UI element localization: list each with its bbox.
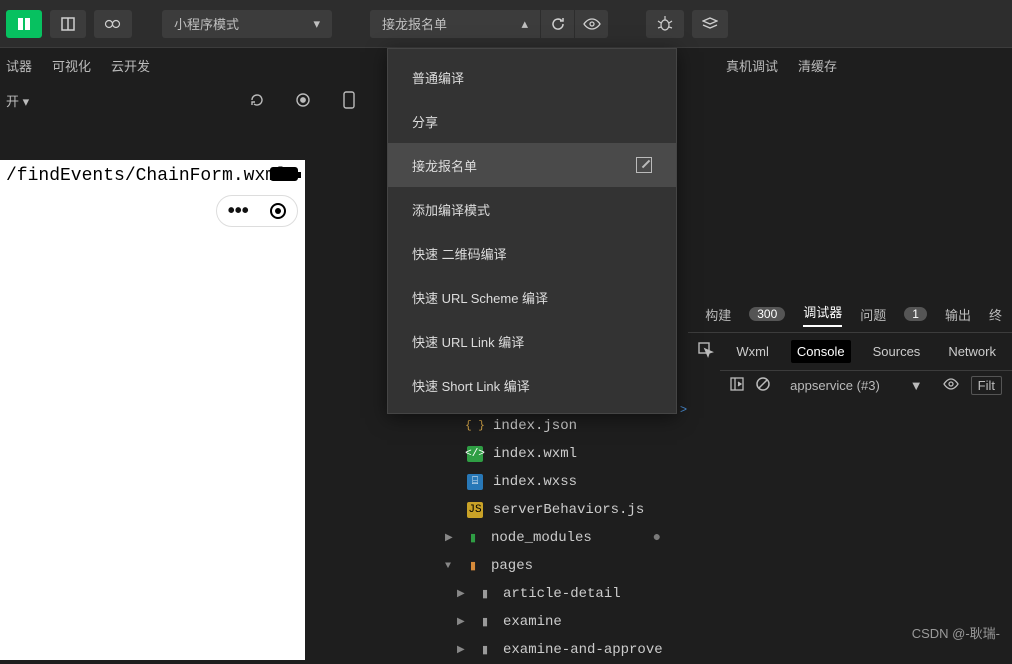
- folder-icon: ▮: [465, 530, 481, 546]
- console-controls: appservice (#3)▼ Filt: [720, 370, 1012, 400]
- refresh-icon[interactable]: [248, 91, 266, 109]
- wxss-icon: ⌸: [467, 474, 483, 490]
- compile-group: 接龙报名单 ▴: [370, 10, 608, 38]
- menu-item-shortlink[interactable]: 快速 Short Link 编译: [388, 363, 676, 407]
- context-select[interactable]: appservice (#3)▼: [782, 376, 930, 395]
- inner-network[interactable]: Network: [942, 340, 1002, 363]
- file-index-wxml[interactable]: </>index.wxml: [407, 440, 667, 468]
- js-icon: JS: [467, 502, 483, 518]
- caret-right-icon: ▶: [457, 644, 467, 656]
- live-icon[interactable]: [943, 378, 959, 393]
- inner-console[interactable]: Console: [791, 340, 851, 363]
- target-icon[interactable]: [270, 203, 286, 219]
- compile-mode-menu: 普通编译 分享 接龙报名单 添加编译模式 快速 二维码编译 快速 URL Sch…: [387, 48, 677, 414]
- file-tree: { }index.json </>index.wxml ⌸index.wxss …: [407, 412, 667, 664]
- nav-labels-right: 真机调试 清缓存: [720, 50, 837, 75]
- layout-button[interactable]: [50, 10, 86, 38]
- folder-examine-and-approve[interactable]: ▶▮examine-and-approve: [407, 636, 667, 664]
- file-serverbehaviors[interactable]: JSserverBehaviors.js: [407, 496, 667, 524]
- nav-labels: 试器 可视化 云开发: [0, 50, 150, 75]
- tab-build[interactable]: 构建: [705, 305, 731, 324]
- battery-icon: [270, 167, 298, 181]
- preview-path: /findEvents/ChainForm.wxml: [6, 166, 287, 186]
- chevron-down-icon: ▾: [313, 16, 320, 32]
- menu-item-share[interactable]: 分享: [388, 99, 676, 143]
- debug-button[interactable]: [646, 10, 684, 38]
- device-icon[interactable]: [340, 91, 358, 109]
- nav-device-debug[interactable]: 真机调试: [726, 56, 778, 75]
- badge-issues: 1: [904, 307, 927, 321]
- chevron-up-icon: ▴: [521, 16, 528, 32]
- layers-button[interactable]: [692, 10, 728, 38]
- mode-select-label: 小程序模式: [174, 14, 239, 33]
- file-index-wxss[interactable]: ⌸index.wxss: [407, 468, 667, 496]
- caret-right-icon: ▶: [457, 588, 467, 600]
- menu-item-normal[interactable]: 普通编译: [388, 55, 676, 99]
- tab-terminal[interactable]: 终: [989, 305, 1002, 324]
- open-dropdown[interactable]: 开 ▾: [6, 91, 29, 110]
- folder-article-detail[interactable]: ▶▮article-detail: [407, 580, 667, 608]
- folder-icon: ▮: [477, 614, 493, 630]
- caret-right-icon: ▶: [457, 616, 467, 628]
- console-prompt[interactable]: >: [680, 402, 687, 416]
- folder-examine[interactable]: ▶▮examine: [407, 608, 667, 636]
- stop-icon[interactable]: [294, 91, 312, 109]
- tab-debugger[interactable]: 调试器: [803, 302, 842, 327]
- inner-sources[interactable]: Sources: [867, 340, 927, 363]
- more-icon[interactable]: •••: [228, 206, 249, 216]
- dirty-dot-icon: ●: [653, 530, 667, 546]
- json-icon: { }: [467, 418, 483, 434]
- filter-input[interactable]: Filt: [971, 376, 1002, 395]
- nav-debugger[interactable]: 试器: [6, 56, 32, 75]
- folder-icon: ▮: [477, 642, 493, 658]
- nav-visual[interactable]: 可视化: [52, 56, 91, 75]
- menu-item-addmode[interactable]: 添加编译模式: [388, 187, 676, 231]
- folder-icon: ▮: [477, 586, 493, 602]
- caret-down-icon: ▼: [445, 561, 455, 572]
- top-toolbar: 小程序模式 ▾ 接龙报名单 ▴: [0, 0, 1012, 48]
- tab-output[interactable]: 输出: [945, 305, 971, 324]
- folder-icon: ▮: [465, 558, 481, 574]
- menu-item-urlscheme[interactable]: 快速 URL Scheme 编译: [388, 275, 676, 319]
- devtools-tabs: 构建 300 调试器 问题 1 输出 终: [695, 296, 1012, 332]
- edit-icon[interactable]: [636, 157, 652, 173]
- tab-issues[interactable]: 问题: [860, 305, 886, 324]
- clear-console-icon[interactable]: [756, 377, 770, 394]
- inner-wxml[interactable]: Wxml: [730, 340, 775, 363]
- wxml-icon: </>: [467, 446, 483, 462]
- chevron-down-icon: ▼: [910, 378, 923, 393]
- second-bar: 开 ▾: [0, 84, 388, 116]
- menu-item-chainform[interactable]: 接龙报名单: [388, 143, 676, 187]
- nav-clear-cache[interactable]: 清缓存: [798, 56, 837, 75]
- compile-select-label: 接龙报名单: [382, 14, 447, 33]
- simulator-preview: [0, 160, 305, 660]
- folder-pages[interactable]: ▼▮pages: [407, 552, 667, 580]
- file-index-json[interactable]: { }index.json: [407, 412, 667, 440]
- preview-button[interactable]: [574, 10, 608, 38]
- caret-right-icon: ▶: [445, 532, 455, 544]
- compile-select[interactable]: 接龙报名单 ▴: [370, 10, 540, 38]
- watermark: CSDN @-耿瑞-: [912, 623, 1000, 642]
- devtools-inner-tabs: Wxml Console Sources Network: [688, 332, 1012, 370]
- badge-build: 300: [749, 307, 785, 321]
- run-button[interactable]: [6, 10, 42, 38]
- nav-cloud[interactable]: 云开发: [111, 56, 150, 75]
- inspect-icon[interactable]: [698, 342, 714, 361]
- cloud-button[interactable]: [94, 10, 132, 38]
- miniapp-capsule: •••: [216, 195, 298, 227]
- mode-select[interactable]: 小程序模式 ▾: [162, 10, 332, 38]
- folder-node-modules[interactable]: ▶▮node_modules●: [407, 524, 667, 552]
- recompile-button[interactable]: [540, 10, 574, 38]
- console-sidebar-icon[interactable]: [730, 377, 744, 394]
- menu-item-urllink[interactable]: 快速 URL Link 编译: [388, 319, 676, 363]
- menu-item-qrcode[interactable]: 快速 二维码编译: [388, 231, 676, 275]
